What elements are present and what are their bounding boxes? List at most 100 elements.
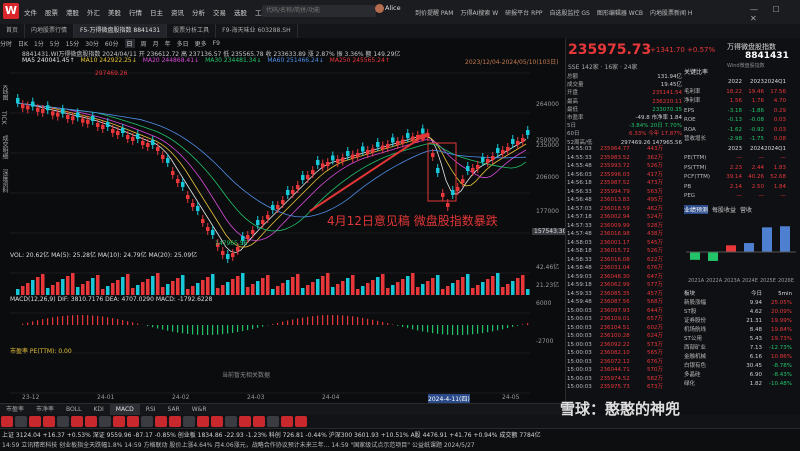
fin-header-cell <box>684 145 720 155</box>
news-ticker[interactable]: 14:59 立讯精密科技 创业板指全天跌幅1.8% 14:59 方格联动 股价上… <box>2 440 475 449</box>
quick-button[interactable] <box>239 416 251 427</box>
tick-cell: 14:59:18 <box>567 281 600 290</box>
quick-button[interactable] <box>1 416 13 427</box>
fin-header-cell: 2022 <box>720 78 742 88</box>
period-button[interactable]: F9 <box>213 40 220 47</box>
fin-cell: -1.75 <box>742 135 764 145</box>
quick-button[interactable] <box>99 416 111 427</box>
stat-value: -49.8 市净率 1.84 <box>607 114 682 122</box>
tab-item[interactable]: 内地股票行情 <box>25 24 74 38</box>
volume-bar <box>126 274 130 295</box>
menu-item[interactable]: 美股 <box>108 7 121 17</box>
quick-button[interactable] <box>85 416 97 427</box>
user-avatar[interactable] <box>375 4 384 13</box>
volume-bar <box>226 282 230 295</box>
quick-button[interactable] <box>43 416 55 427</box>
forecast-tab[interactable]: 每股收益 <box>712 205 736 214</box>
macd-bar <box>437 325 438 334</box>
menu-item[interactable]: 资讯 <box>171 7 184 17</box>
period-button[interactable]: 日 <box>125 39 135 48</box>
tab-item[interactable]: F5-万得微盘股指数 8841431 <box>74 24 167 38</box>
quick-button[interactable] <box>71 416 83 427</box>
tab-item[interactable]: F9-海天味业 603288.SH <box>216 24 297 38</box>
search-input[interactable]: 代码/名称/简拼/功能 <box>262 5 376 17</box>
quick-button[interactable] <box>113 416 125 427</box>
tick-list[interactable]: 14:55:03235964.77443万14:55:33235983.5236… <box>567 145 687 392</box>
tab-item[interactable]: 股票分析工具 <box>167 24 216 38</box>
quick-button[interactable] <box>281 416 293 427</box>
quick-button[interactable] <box>253 416 265 427</box>
forecast-tab[interactable]: 营收 <box>740 205 752 214</box>
sector-row[interactable]: 证券股份21.3119.99% <box>684 317 798 326</box>
sector-row[interactable]: 西部矿业7.13-12.73% <box>684 344 798 353</box>
sector-row[interactable]: 新股涨幅9.9425.05% <box>684 299 798 308</box>
quick-button[interactable] <box>225 416 237 427</box>
user-name[interactable]: Alice <box>385 4 401 12</box>
wind-logo[interactable]: W <box>3 3 19 19</box>
period-button[interactable]: 年 <box>165 39 171 48</box>
menu-item[interactable]: 分析 <box>192 7 205 17</box>
tick-row: 14:59:03236048.30647万 <box>567 273 687 282</box>
volume-bar <box>16 289 20 295</box>
quick-button[interactable] <box>141 416 153 427</box>
sidebar-tab[interactable]: 深度资料 <box>0 169 9 193</box>
nav-link[interactable]: 图形编辑器 WCB <box>597 8 643 17</box>
quick-button[interactable] <box>155 416 167 427</box>
quick-button[interactable] <box>169 416 181 427</box>
quick-button[interactable] <box>211 416 223 427</box>
period-button[interactable]: 周 <box>141 39 147 48</box>
menu-item[interactable]: 日主 <box>150 7 163 17</box>
period-button[interactable]: 更多 <box>195 39 207 48</box>
tick-cell: 236009.99 <box>600 222 638 231</box>
period-button[interactable]: 日K <box>18 39 28 48</box>
sector-row[interactable]: 白银有色30.45-8.78% <box>684 362 798 371</box>
annotation-arrow <box>310 133 428 211</box>
quick-button[interactable] <box>267 416 279 427</box>
quick-button[interactable] <box>29 416 41 427</box>
fin-cell: 17.56 <box>764 88 786 98</box>
tab-item[interactable]: 首页 <box>0 24 25 38</box>
menu-item[interactable]: 外汇 <box>87 7 100 17</box>
nav-link[interactable]: 万得AI搜索 W <box>460 8 498 17</box>
x-tick: 23-12 <box>22 394 39 401</box>
menu-item[interactable]: 行情 <box>129 7 142 17</box>
quick-button[interactable] <box>127 416 139 427</box>
sector-row[interactable]: 绿化1.82-10.48% <box>684 380 798 389</box>
sidebar-tab[interactable]: 成交明细 <box>0 135 9 159</box>
nav-link[interactable]: 内地股票新闻 H <box>650 8 692 17</box>
menu-item[interactable]: 港股 <box>66 7 79 17</box>
period-button[interactable]: 5分 <box>50 39 60 48</box>
nav-link[interactable]: 自选股监控 GS <box>549 8 589 17</box>
nav-link[interactable]: 研报平台 RPP <box>505 8 542 17</box>
quick-button[interactable] <box>183 416 195 427</box>
forecast-tab[interactable]: 业绩预测 <box>684 205 708 214</box>
stat-label: 最低 <box>567 106 607 114</box>
quick-button[interactable] <box>15 416 27 427</box>
period-button[interactable]: 月 <box>153 39 159 48</box>
period-button[interactable]: 30分 <box>85 39 99 48</box>
fin-row: PB2.142.501.84 <box>684 183 798 193</box>
quick-button[interactable] <box>197 416 209 427</box>
period-button[interactable]: 多日 <box>177 39 189 48</box>
kline-chart[interactable] <box>10 63 530 403</box>
macd-bar <box>37 320 38 325</box>
sector-row[interactable]: 多晶硅6.90-8.43% <box>684 371 798 380</box>
menu-item[interactable]: 股票 <box>45 7 58 17</box>
sector-row[interactable]: ST股4.6220.09% <box>684 308 798 317</box>
quick-button[interactable] <box>57 416 69 427</box>
menu-item[interactable]: 交易 <box>213 7 226 17</box>
sector-row[interactable]: 机场航线8.4819.84% <box>684 326 798 335</box>
period-button[interactable]: 分时 <box>0 39 12 48</box>
menu-item[interactable]: 选股 <box>234 7 247 17</box>
sidebar-tab[interactable]: TICK <box>0 111 7 125</box>
nav-link[interactable]: 到价提醒 PAM <box>415 8 453 17</box>
sector-row[interactable]: 金融机械6.1610.86% <box>684 353 798 362</box>
quick-button[interactable] <box>295 416 307 427</box>
period-button[interactable]: 15分 <box>66 39 80 48</box>
sector-row[interactable]: ST公用5.4319.73% <box>684 335 798 344</box>
period-button[interactable]: 60分 <box>105 39 119 48</box>
period-button[interactable]: 1分 <box>34 39 44 48</box>
sidebar-tab[interactable]: K线图 <box>0 85 9 101</box>
window-controls[interactable]: — ☐ ✕ <box>750 5 800 23</box>
menu-item[interactable]: 文件 <box>24 7 37 17</box>
